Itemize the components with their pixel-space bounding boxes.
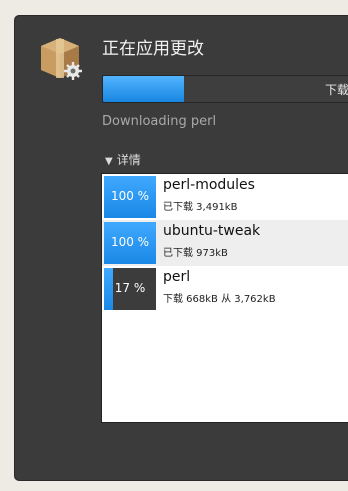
- package-name: perl: [163, 269, 191, 285]
- list-item[interactable]: 100 % ubuntu-tweak 已下载 973kB: [102, 220, 348, 266]
- item-percent-label: 100 %: [110, 189, 150, 203]
- details-label: 详情: [116, 153, 141, 167]
- triangle-down-icon: ▼: [105, 156, 113, 167]
- details-expander[interactable]: ▼ 详情: [105, 151, 141, 168]
- overall-progress-fill: [103, 76, 184, 102]
- list-item[interactable]: 100 % perl-modules 已下载 3,491kB: [102, 174, 348, 220]
- dialog-window: 正在应用更改 下载 Downloading perl ▼ 详情 100 % per…: [15, 16, 348, 480]
- package-name: ubuntu-tweak: [163, 223, 261, 239]
- package-settings-icon: [41, 38, 82, 80]
- package-status: 下载 668kB 从 3,762kB: [163, 294, 276, 305]
- package-status: 已下载 3,491kB: [163, 202, 238, 213]
- overall-progress-bar: 下载: [102, 75, 348, 103]
- list-item[interactable]: 17 % perl 下载 668kB 从 3,762kB: [102, 266, 348, 312]
- overall-progress-text: 下载: [324, 83, 348, 97]
- status-text: Downloading perl: [102, 114, 217, 129]
- package-list[interactable]: 100 % perl-modules 已下载 3,491kB 100 % ubu…: [101, 173, 348, 423]
- item-progress: 17 %: [104, 268, 156, 310]
- package-status: 已下载 973kB: [163, 248, 228, 259]
- item-progress: 100 %: [104, 222, 156, 264]
- item-percent-label: 17 %: [114, 281, 146, 295]
- dialog-title: 正在应用更改: [102, 39, 204, 59]
- package-name: perl-modules: [163, 177, 255, 193]
- item-percent-label: 100 %: [110, 235, 150, 249]
- item-progress: 100 %: [104, 176, 156, 218]
